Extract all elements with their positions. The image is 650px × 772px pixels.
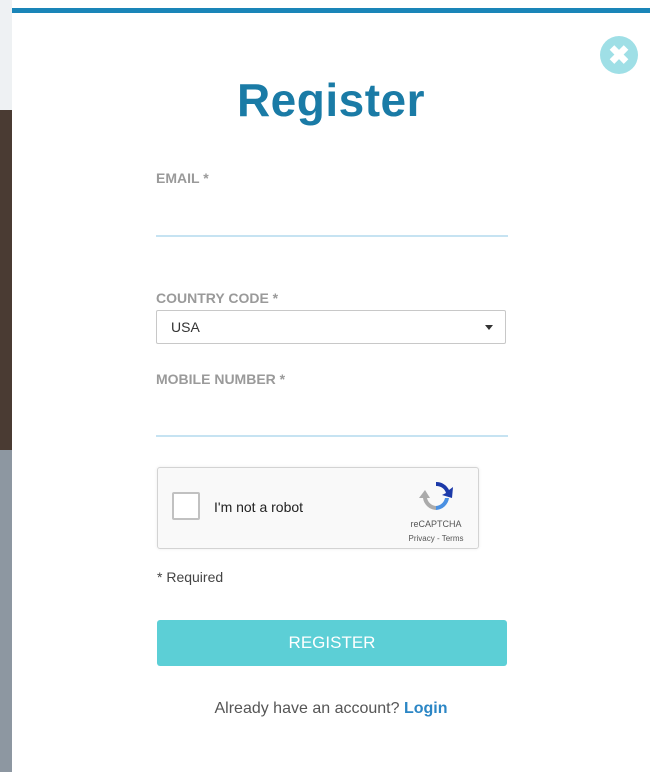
login-prompt: Already have an account? Login [12,700,650,718]
country-code-label: COUNTRY CODE * [156,290,279,306]
recaptcha-terms-link[interactable]: Privacy - Terms [396,534,476,543]
recaptcha-widget: I'm not a robot reCAPTCHA Privacy - Term… [157,467,479,549]
login-link[interactable]: Login [404,700,448,717]
email-field[interactable] [156,201,508,237]
chevron-down-icon [485,325,493,330]
email-label: EMAIL * [156,170,209,186]
recaptcha-checkbox[interactable] [172,492,200,520]
recaptcha-brand: reCAPTCHA [410,519,462,529]
country-code-select[interactable]: USA [156,310,506,344]
register-modal: ✖ Register EMAIL * COUNTRY CODE * USA MO… [12,8,650,772]
backdrop-strip [0,450,12,772]
backdrop-strip [0,0,12,110]
backdrop-strip [0,110,12,450]
recaptcha-label: I'm not a robot [214,499,304,515]
login-prompt-text: Already have an account? [214,700,400,717]
page-title: Register [236,74,426,126]
page-backdrop [0,0,12,772]
mobile-number-label: MOBILE NUMBER * [156,371,286,387]
required-note: * Required [157,569,224,585]
recaptcha-logo-icon [419,481,453,510]
close-icon[interactable]: ✖ [600,36,638,74]
register-button[interactable]: REGISTER [157,620,507,666]
country-code-value: USA [171,319,200,335]
mobile-number-field[interactable] [156,401,508,437]
